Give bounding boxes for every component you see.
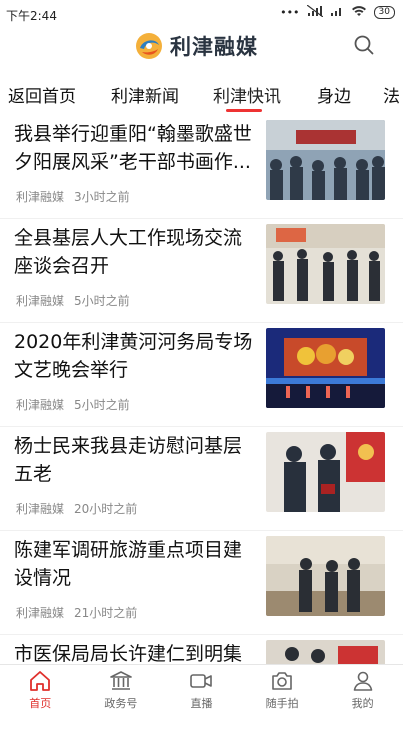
news-thumbnail bbox=[266, 432, 385, 512]
tab-lijin-news[interactable]: 利津新闻 bbox=[111, 82, 179, 107]
user-icon bbox=[353, 671, 372, 691]
news-title: 2020年利津黄河河务局专场文艺晚会举行 bbox=[14, 331, 253, 381]
nav-home[interactable]: 首页 bbox=[0, 665, 81, 718]
news-thumbnail bbox=[266, 224, 385, 304]
camera-icon bbox=[272, 672, 292, 690]
search-icon bbox=[354, 35, 374, 55]
nav-profile[interactable]: 我的 bbox=[322, 665, 403, 718]
video-camera-icon bbox=[190, 674, 213, 688]
nav-snapshot[interactable]: 随手拍 bbox=[242, 665, 323, 718]
status-time: 下午2:44 bbox=[6, 9, 57, 23]
news-meta: 利津融媒 20小时之前 bbox=[16, 500, 137, 517]
nav-government[interactable]: 政务号 bbox=[81, 665, 162, 718]
active-tab-indicator bbox=[226, 109, 262, 112]
news-thumbnail bbox=[266, 120, 385, 200]
news-meta: 利津融媒 5小时之前 bbox=[16, 396, 130, 413]
tab-home[interactable]: 返回首页 bbox=[8, 82, 76, 107]
nav-government-label: 政务号 bbox=[104, 697, 138, 710]
news-title: 陈建军调研旅游重点项目建设情况 bbox=[14, 539, 243, 589]
tab-nearby[interactable]: 身边 bbox=[317, 82, 351, 107]
logo-swirl-icon bbox=[136, 33, 162, 59]
signal-off-icon bbox=[306, 4, 323, 20]
news-item[interactable]: 全县基层人大工作现场交流座谈会召开 利津融媒 5小时之前 bbox=[0, 218, 403, 323]
signal-icon bbox=[330, 5, 344, 20]
news-source: 利津融媒 bbox=[16, 606, 65, 620]
news-source: 利津融媒 bbox=[16, 294, 65, 308]
news-source: 利津融媒 bbox=[16, 398, 65, 412]
search-button[interactable] bbox=[353, 34, 377, 58]
app-title: 利津融媒 bbox=[170, 35, 258, 59]
nav-snapshot-label: 随手拍 bbox=[265, 697, 299, 710]
news-time: 5小时之前 bbox=[74, 398, 130, 412]
news-time: 21小时之前 bbox=[74, 606, 138, 620]
bottom-navigation: 首页 政务号 直播 随手拍 我的 bbox=[0, 664, 403, 718]
news-title: 我县举行迎重阳“翰墨歌盛世夕阳展风采”老干部书画作... bbox=[14, 123, 252, 173]
home-icon bbox=[30, 671, 51, 691]
tab-law[interactable]: 法 bbox=[383, 82, 400, 107]
news-meta: 利津融媒 21小时之前 bbox=[16, 604, 137, 621]
status-bar: 下午2:44 ••• 30 bbox=[0, 0, 403, 26]
news-meta: 利津融媒 3小时之前 bbox=[16, 188, 130, 205]
more-dots-icon: ••• bbox=[280, 6, 300, 19]
battery-icon: 30 bbox=[373, 6, 395, 19]
app-logo: 利津融媒 bbox=[134, 31, 258, 61]
news-time: 20小时之前 bbox=[74, 502, 138, 516]
tab-lijin-express[interactable]: 利津快讯 bbox=[213, 82, 281, 107]
nav-live[interactable]: 直播 bbox=[161, 665, 242, 718]
news-title: 杨士民来我县走访慰问基层五老 bbox=[14, 435, 243, 485]
category-tabs: 返回首页 利津新闻 利津快讯 身边 法 bbox=[0, 72, 403, 114]
news-item[interactable]: 陈建军调研旅游重点项目建设情况 利津融媒 21小时之前 bbox=[0, 530, 403, 635]
news-source: 利津融媒 bbox=[16, 502, 65, 516]
news-item[interactable]: 我县举行迎重阳“翰墨歌盛世夕阳展风采”老干部书画作... 利津融媒 3小时之前 bbox=[0, 114, 403, 219]
news-time: 3小时之前 bbox=[74, 190, 130, 204]
nav-profile-label: 我的 bbox=[351, 697, 374, 710]
news-thumbnail bbox=[266, 328, 385, 408]
app-header: 利津融媒 bbox=[0, 26, 403, 70]
news-source: 利津融媒 bbox=[16, 190, 65, 204]
news-thumbnail bbox=[266, 536, 385, 616]
news-meta: 利津融媒 5小时之前 bbox=[16, 292, 130, 309]
news-item[interactable]: 2020年利津黄河河务局专场文艺晚会举行 利津融媒 5小时之前 bbox=[0, 322, 403, 427]
wifi-icon bbox=[351, 5, 367, 20]
nav-home-label: 首页 bbox=[29, 697, 52, 710]
news-title: 全县基层人大工作现场交流座谈会召开 bbox=[14, 227, 243, 277]
news-time: 5小时之前 bbox=[74, 294, 130, 308]
status-icons: ••• 30 bbox=[280, 4, 395, 20]
nav-live-label: 直播 bbox=[190, 697, 213, 710]
government-building-icon bbox=[110, 671, 132, 690]
news-item[interactable]: 杨士民来我县走访慰问基层五老 利津融媒 20小时之前 bbox=[0, 426, 403, 531]
